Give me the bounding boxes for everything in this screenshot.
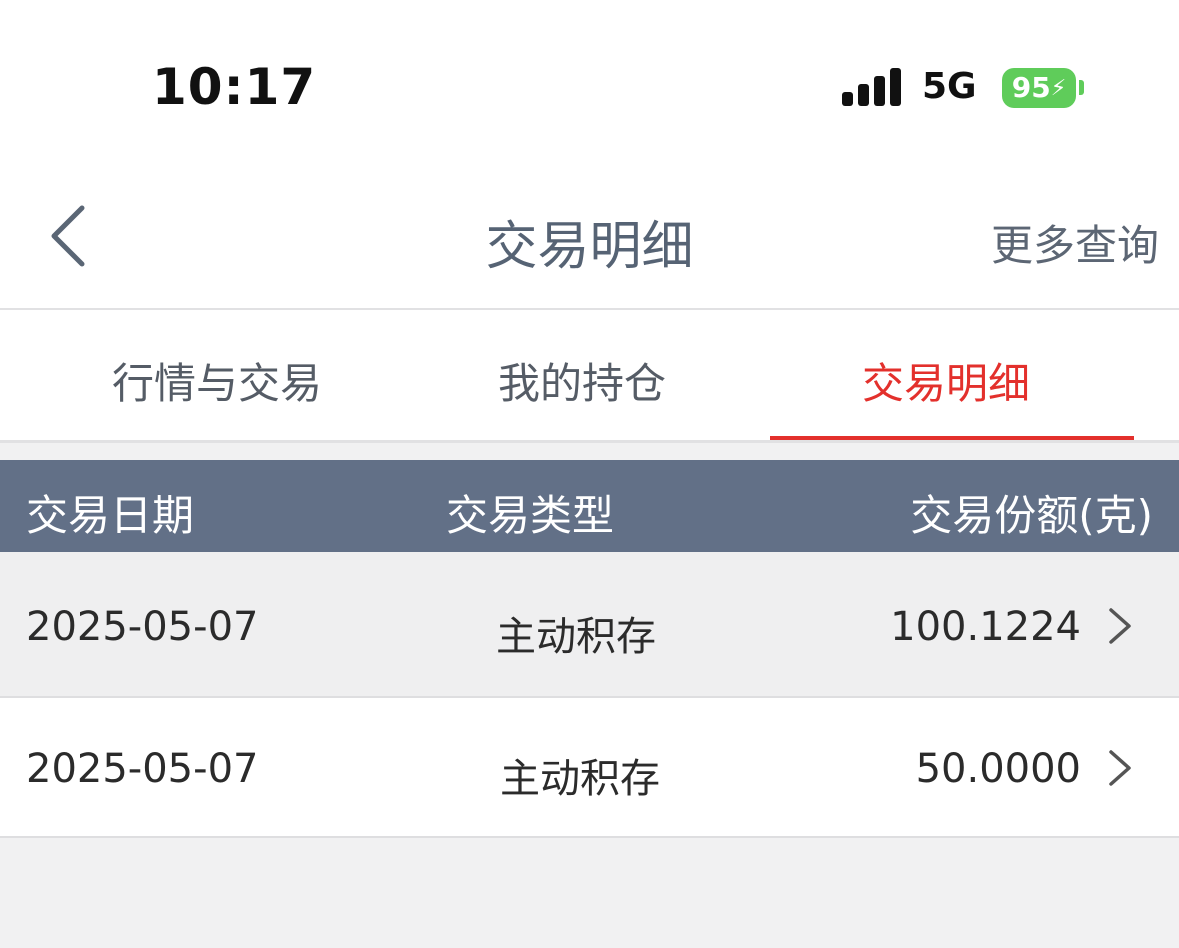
network-type: 5G xyxy=(922,66,977,107)
signal-bars-icon xyxy=(842,68,902,106)
table-header: 交易日期 交易类型 交易份额(克) xyxy=(0,460,1179,552)
battery-icon: 95⚡ xyxy=(1002,68,1076,108)
header-date: 交易日期 xyxy=(26,491,195,540)
chevron-right-icon xyxy=(1109,750,1131,786)
navigation-bar: 交易明细 更多查询 xyxy=(0,160,1179,310)
tab-market-trade[interactable]: 行情与交易 xyxy=(112,350,322,411)
status-time: 10:17 xyxy=(152,58,317,116)
chevron-right-icon xyxy=(1109,608,1131,644)
row-type: 主动积存 xyxy=(496,614,656,660)
more-query-button[interactable]: 更多查询 xyxy=(991,212,1159,273)
row-amount: 100.1224 xyxy=(890,604,1081,650)
status-bar: 10:17 5G 95⚡ xyxy=(0,0,1179,160)
header-type: 交易类型 xyxy=(446,491,615,540)
tab-transaction-details[interactable]: 交易明细 xyxy=(862,350,1030,411)
battery-level: 95 xyxy=(1011,71,1051,104)
row-date: 2025-05-07 xyxy=(26,604,259,650)
header-amount: 交易份额(克) xyxy=(910,491,1153,540)
charging-bolt-icon: ⚡ xyxy=(1050,76,1067,101)
row-type: 主动积存 xyxy=(500,756,660,802)
tab-my-holdings[interactable]: 我的持仓 xyxy=(498,350,666,411)
table-row[interactable]: 2025-05-07 主动积存 100.1224 xyxy=(0,552,1179,698)
empty-area xyxy=(0,838,1179,948)
row-date: 2025-05-07 xyxy=(26,746,259,792)
row-amount: 50.0000 xyxy=(915,746,1081,792)
battery-tip xyxy=(1079,80,1084,95)
table-row[interactable]: 2025-05-07 主动积存 50.0000 xyxy=(0,698,1179,838)
active-tab-indicator xyxy=(770,436,1134,440)
tab-bar: 行情与交易 我的持仓 交易明细 xyxy=(0,310,1179,443)
